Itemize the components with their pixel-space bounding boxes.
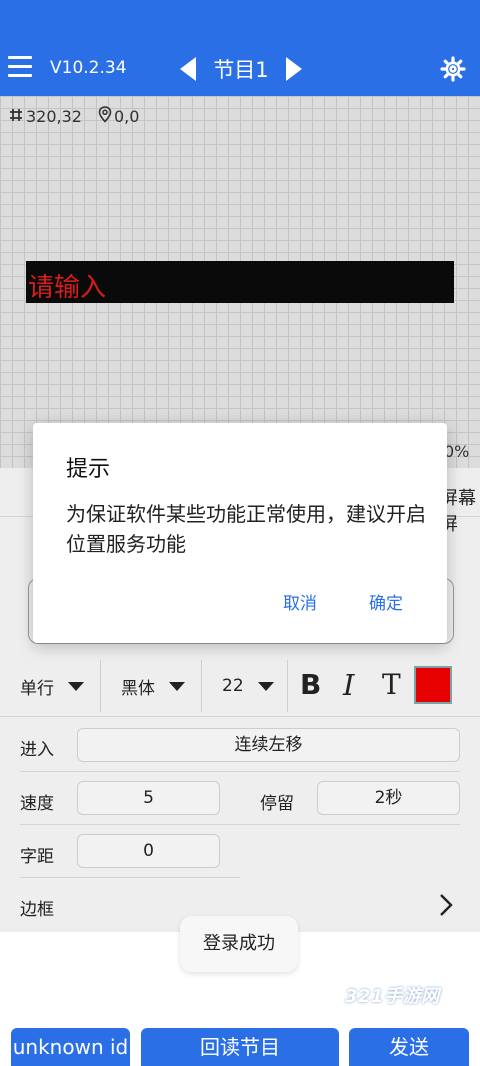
line-mode-dropdown[interactable]: 单行 — [20, 664, 84, 708]
spacing-label: 字距 — [20, 847, 54, 867]
next-program-button[interactable] — [284, 56, 304, 82]
app-version: V10.2.34 — [50, 58, 127, 78]
read-back-program-button[interactable]: 回读节目 — [141, 1028, 339, 1066]
dialog-cancel-button[interactable]: 取消 — [283, 589, 317, 614]
speed-field[interactable]: 5 — [77, 781, 220, 815]
dialog-confirm-button[interactable]: 确定 — [369, 589, 403, 614]
border-label[interactable]: 边框 — [20, 895, 54, 920]
spacing-field[interactable]: 0 — [77, 834, 220, 868]
grid-hash-icon — [8, 107, 24, 127]
chevron-right-icon — [286, 57, 302, 81]
location-pin-icon — [98, 106, 112, 127]
size-readout: 320,32 — [26, 107, 82, 126]
canvas-readout: 320,32 0,0 — [8, 106, 155, 127]
stay-field[interactable]: 2秒 — [317, 781, 460, 815]
zoom-readout: 0% — [444, 442, 470, 461]
divider — [287, 660, 288, 712]
text-style-button[interactable]: T — [382, 668, 401, 701]
divider — [201, 660, 202, 712]
dropdown-arrow-icon — [68, 681, 84, 691]
send-button[interactable]: 发送 — [349, 1028, 469, 1066]
divider — [100, 660, 101, 712]
font-value: 黑体 — [121, 678, 155, 699]
chevron-right-icon — [440, 894, 453, 916]
chevron-left-icon — [180, 57, 196, 81]
divider — [20, 771, 460, 772]
top-app-bar: V10.2.34 节目1 — [0, 0, 480, 96]
font-size-value: 22 — [222, 676, 244, 696]
enter-effect-label: 进入 — [20, 740, 54, 760]
previous-program-button[interactable] — [178, 56, 198, 82]
led-text-preview: 请输入 — [28, 273, 107, 303]
gear-icon — [440, 56, 466, 82]
font-size-dropdown[interactable]: 22 — [222, 664, 274, 708]
program-title[interactable]: 节目1 — [205, 54, 277, 84]
dialog-message: 为保证软件某些功能正常使用，建议开启位置服务功能 — [66, 502, 426, 556]
toast-message: 登录成功 — [180, 916, 298, 972]
dropdown-arrow-icon — [257, 681, 274, 691]
line-mode-value: 单行 — [20, 678, 54, 699]
text-color-swatch[interactable] — [414, 666, 452, 704]
divider — [20, 877, 240, 878]
location-permission-dialog: 提示 为保证软件某些功能正常使用，建议开启位置服务功能 取消 确定 — [33, 423, 447, 643]
menu-icon[interactable] — [8, 56, 34, 78]
position-readout: 0,0 — [113, 107, 140, 126]
border-expand-button[interactable] — [436, 892, 456, 918]
stay-label: 停留 — [260, 794, 294, 814]
divider — [0, 716, 480, 717]
device-id-button[interactable]: unknown id — [11, 1028, 130, 1066]
italic-button[interactable]: I — [343, 668, 354, 702]
bold-button[interactable]: B — [300, 668, 321, 701]
speed-label: 速度 — [20, 794, 54, 814]
dropdown-arrow-icon — [169, 681, 185, 691]
dialog-title: 提示 — [66, 457, 111, 482]
font-dropdown[interactable]: 黑体 — [121, 664, 185, 708]
settings-button[interactable] — [440, 56, 466, 82]
watermark-logo: 321手游网 — [345, 986, 440, 1007]
enter-effect-select[interactable]: 连续左移 — [77, 728, 460, 762]
divider — [20, 824, 460, 825]
